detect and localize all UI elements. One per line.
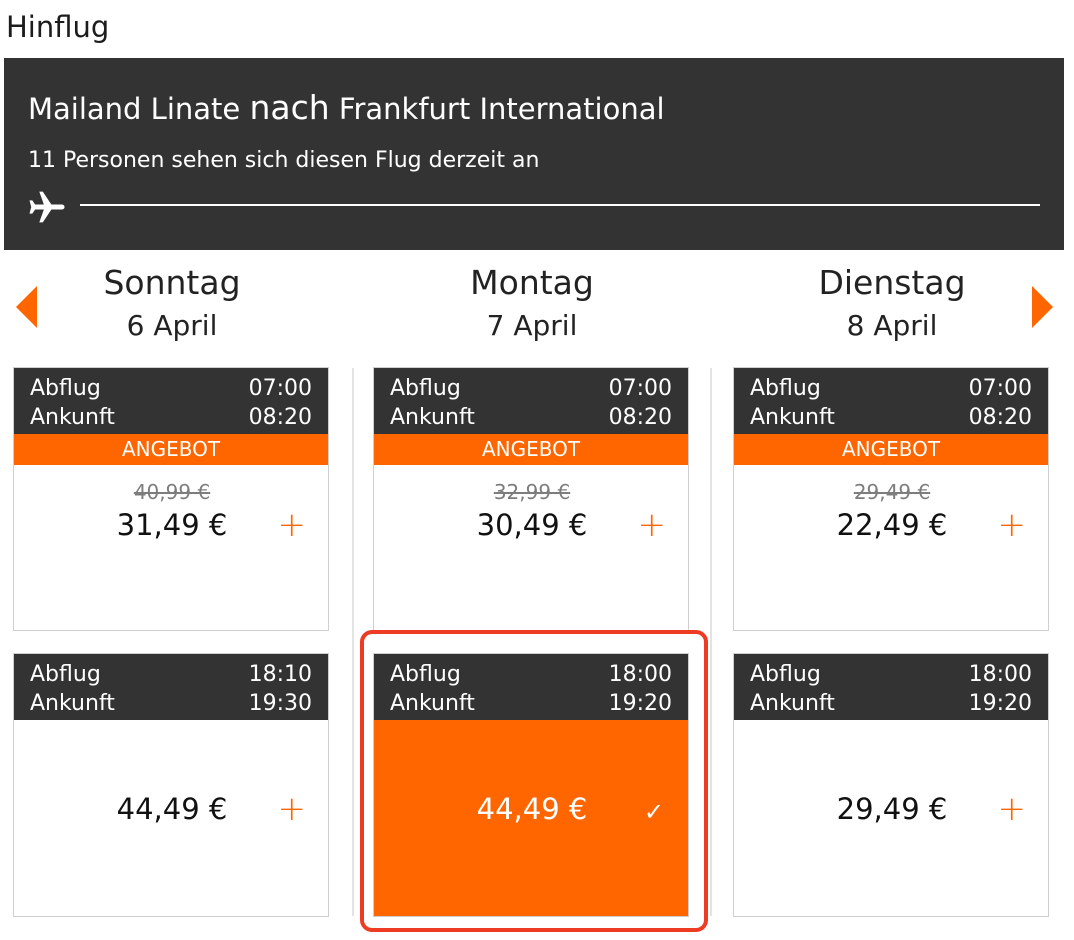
arrival-time: 19:30 (248, 691, 312, 716)
flight-card-monday-morning[interactable]: Abflug 07:00 Ankunft 08:20 ANGEBOT 32,99 €… (373, 367, 689, 631)
day-name: Dienstag (818, 263, 966, 302)
viewers-count: 11 Personen sehen sich diesen Flug derze… (28, 148, 540, 173)
departure-time: 07:00 (968, 376, 1032, 401)
origin: Mailand Linate (28, 92, 241, 126)
route-banner: Mailand Linate nach Frankfurt Internatio… (4, 58, 1064, 250)
flight-times: Abflug 07:00 Ankunft 08:20 (14, 368, 328, 434)
departure-time: 18:00 (968, 662, 1032, 687)
arrival-label: Ankunft (30, 691, 115, 716)
old-price: 29,49 € (853, 480, 931, 504)
destination: Frankfurt International (338, 92, 665, 126)
arrival-time: 08:20 (968, 405, 1032, 430)
day-header-tuesday: Dienstag 8 April (732, 266, 1052, 340)
offer-badge: ANGEBOT (734, 434, 1048, 465)
add-icon[interactable]: + (278, 792, 307, 826)
arrival-label: Ankunft (750, 691, 835, 716)
route-connector: nach (249, 88, 330, 127)
departure-time: 07:00 (608, 376, 672, 401)
flight-times: Abflug 07:00 Ankunft 08:20 (374, 368, 688, 434)
add-icon[interactable]: + (998, 792, 1027, 826)
add-icon[interactable]: + (278, 508, 307, 542)
arrival-time: 08:20 (608, 405, 672, 430)
plane-icon (29, 191, 65, 223)
arrival-time: 08:20 (248, 405, 312, 430)
offer-badge: ANGEBOT (374, 434, 688, 465)
departure-label: Abflug (390, 376, 461, 401)
flight-times: Abflug 07:00 Ankunft 08:20 (734, 368, 1048, 434)
departure-label: Abflug (750, 662, 821, 687)
add-icon[interactable]: + (998, 508, 1027, 542)
day-header-monday: Montag 7 April (372, 266, 692, 340)
column-divider (710, 368, 712, 916)
day-header-sunday: Sonntag 6 April (12, 266, 332, 340)
flight-card-sunday-morning[interactable]: Abflug 07:00 Ankunft 08:20 ANGEBOT 40,99 €… (13, 367, 329, 631)
departure-time: 07:00 (248, 376, 312, 401)
departure-label: Abflug (30, 662, 101, 687)
day-name: Montag (470, 263, 594, 302)
arrival-label: Ankunft (390, 405, 475, 430)
offer-badge: ANGEBOT (14, 434, 328, 465)
route-line (80, 204, 1040, 206)
arrival-label: Ankunft (30, 405, 115, 430)
arrival-label: Ankunft (750, 405, 835, 430)
day-name: Sonntag (103, 263, 241, 302)
day-date: 6 April (126, 309, 218, 342)
selection-highlight (360, 630, 708, 932)
departure-time: 18:10 (248, 662, 312, 687)
arrival-time: 19:20 (968, 691, 1032, 716)
old-price: 40,99 € (133, 480, 211, 504)
old-price: 32,99 € (493, 480, 571, 504)
flight-card-tuesday-evening[interactable]: Abflug 18:00 Ankunft 19:20 29,49 € + (733, 653, 1049, 917)
flight-card-sunday-evening[interactable]: Abflug 18:10 Ankunft 19:30 44,49 € + (13, 653, 329, 917)
day-date: 8 April (846, 309, 938, 342)
day-date: 7 April (486, 309, 578, 342)
route-title: Mailand Linate nach Frankfurt Internatio… (28, 88, 665, 127)
flight-times: Abflug 18:00 Ankunft 19:20 (734, 654, 1048, 720)
departure-label: Abflug (750, 376, 821, 401)
column-divider (352, 368, 354, 916)
add-icon[interactable]: + (638, 508, 667, 542)
departure-label: Abflug (30, 376, 101, 401)
section-title: Hinflug (6, 10, 110, 44)
flight-times: Abflug 18:10 Ankunft 19:30 (14, 654, 328, 720)
flight-card-tuesday-morning[interactable]: Abflug 07:00 Ankunft 08:20 ANGEBOT 29,49 €… (733, 367, 1049, 631)
